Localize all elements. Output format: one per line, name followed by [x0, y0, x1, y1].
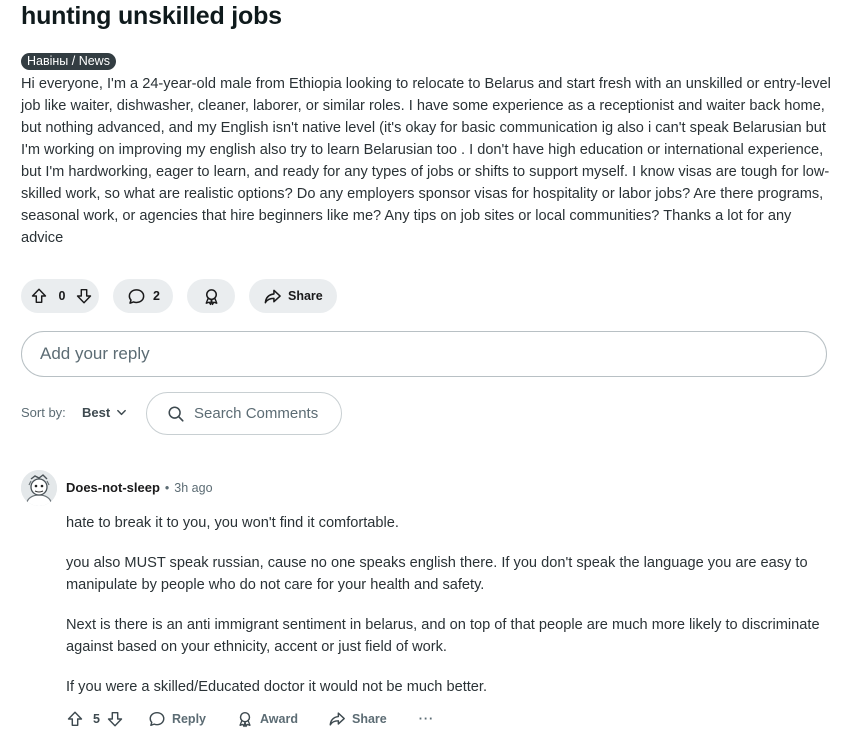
post-page: hunting unskilled jobs Навіны / News Hi … — [0, 0, 844, 754]
share-arrow-icon — [328, 710, 346, 728]
reply-input[interactable]: Add your reply — [21, 331, 827, 377]
award-ribbon-icon — [236, 710, 254, 728]
share-label: Share — [288, 289, 323, 303]
comment-vote-count: 5 — [93, 712, 100, 726]
post-flair[interactable]: Навіны / News — [21, 53, 116, 70]
comments-button[interactable]: 2 — [113, 279, 173, 313]
share-button[interactable]: Share — [328, 710, 387, 728]
speech-bubble-icon — [127, 287, 146, 306]
reply-label: Reply — [171, 712, 206, 726]
sort-value: Best — [82, 405, 111, 420]
award-button[interactable]: Award — [236, 710, 298, 728]
downvote-icon[interactable] — [75, 287, 93, 305]
post-body: Hi everyone, I'm a 24-year-old male from… — [21, 76, 831, 246]
chevron-down-icon — [116, 407, 127, 418]
post-comment-count: 2 — [153, 289, 160, 303]
search-comments-input[interactable]: Search Comments — [146, 392, 342, 435]
meta-separator: • — [164, 480, 170, 495]
downvote-icon[interactable] — [106, 710, 124, 728]
comment-paragraph: If you were a skilled/Educated doctor it… — [66, 679, 488, 695]
award-label: Award — [260, 712, 298, 726]
share-arrow-icon — [263, 287, 282, 306]
speech-bubble-icon — [148, 710, 166, 728]
award-button[interactable] — [187, 279, 235, 313]
search-placeholder: Search Comments — [194, 405, 319, 422]
post-title: hunting unskilled jobs — [21, 2, 282, 30]
more-options-icon[interactable]: ··· — [419, 712, 435, 726]
reply-button[interactable]: Reply — [148, 710, 206, 728]
vote-pill: 0 — [21, 279, 99, 313]
comment-timestamp: 3h ago — [174, 480, 213, 495]
comment-paragraph: Next is there is an anti immigrant senti… — [66, 617, 820, 655]
comment-paragraph: you also MUST speak russian, cause no on… — [66, 555, 808, 593]
comment-author[interactable]: Does-not-sleep — [66, 480, 160, 495]
post-vote-count: 0 — [58, 289, 66, 303]
search-icon — [167, 405, 185, 423]
upvote-icon[interactable] — [30, 287, 48, 305]
sort-label: Sort by: — [21, 405, 66, 420]
upvote-icon[interactable] — [66, 710, 84, 728]
comment-paragraph: hate to break it to you, you won't find … — [66, 515, 399, 531]
share-button[interactable]: Share — [249, 279, 337, 313]
award-ribbon-icon — [202, 287, 221, 306]
share-label: Share — [351, 712, 387, 726]
comment-body: hate to break it to you, you won't find … — [66, 512, 826, 716]
sort-dropdown[interactable]: Best — [82, 405, 127, 420]
comment-meta: Does-not-sleep • 3h ago — [66, 480, 213, 495]
comment-action-bar: 5 Reply Award Share ··· — [66, 707, 434, 731]
avatar[interactable] — [21, 470, 57, 506]
